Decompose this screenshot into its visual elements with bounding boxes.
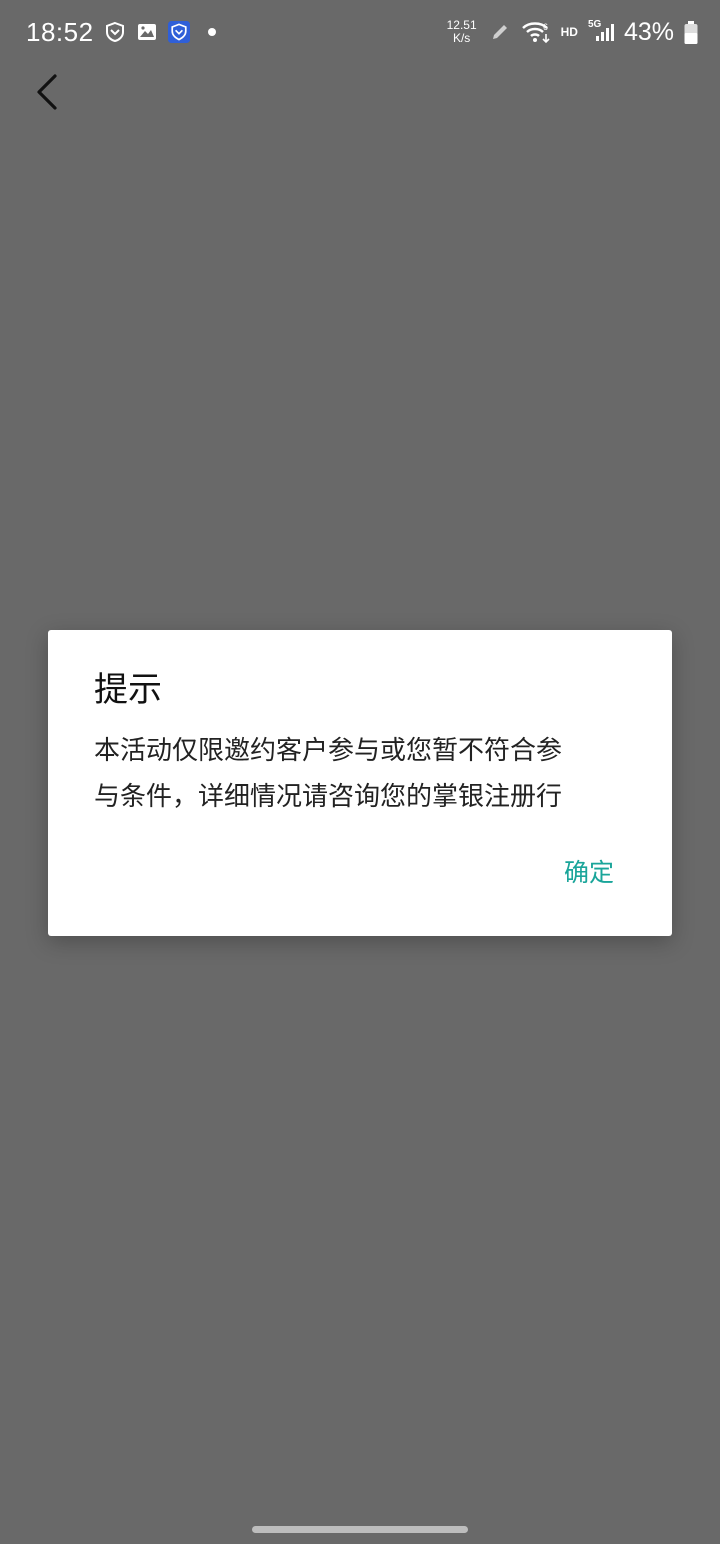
dialog-message-line-2: 与条件，详细情况请咨询您的掌银注册行 xyxy=(94,782,563,812)
dialog-message: 本活动仅限邀约客户参与或您暂不符合参 与条件，详细情况请咨询您的掌银注册行 xyxy=(94,728,634,820)
battery-percent: 43% xyxy=(623,18,674,46)
pen-icon xyxy=(489,21,511,43)
wifi-icon: 6 xyxy=(521,21,551,44)
wifi-badge: 6 xyxy=(543,22,548,32)
back-button[interactable] xyxy=(26,70,66,114)
battery-icon xyxy=(684,21,698,44)
alert-dialog: 提示 本活动仅限邀约客户参与或您暂不符合参 与条件，详细情况请咨询您的掌银注册行… xyxy=(48,630,672,936)
status-right: 12.51 K/s 6 HD 5G 43% xyxy=(445,14,698,50)
net-speed: 12.51 K/s xyxy=(445,19,479,45)
chevron-left-icon xyxy=(37,74,57,110)
hd-label: HD xyxy=(560,25,578,39)
image-icon xyxy=(136,21,158,43)
signal-icon: 5G xyxy=(588,19,614,43)
status-left: 18:52 xyxy=(26,14,216,50)
status-time: 18:52 xyxy=(26,17,94,47)
net-speed-unit: K/s xyxy=(452,31,471,45)
dialog-title: 提示 xyxy=(94,670,162,710)
shield-app-icon xyxy=(167,21,190,43)
dialog-message-line-1: 本活动仅限邀约客户参与或您暂不符合参 xyxy=(94,736,563,766)
notification-dot-icon xyxy=(207,28,216,36)
shield-outline-icon xyxy=(104,21,126,43)
confirm-button[interactable]: 确定 xyxy=(564,856,614,890)
home-indicator[interactable] xyxy=(252,1526,468,1533)
status-bar: 18:52 12.51 K/s 6 HD 5G 43% xyxy=(0,0,720,64)
